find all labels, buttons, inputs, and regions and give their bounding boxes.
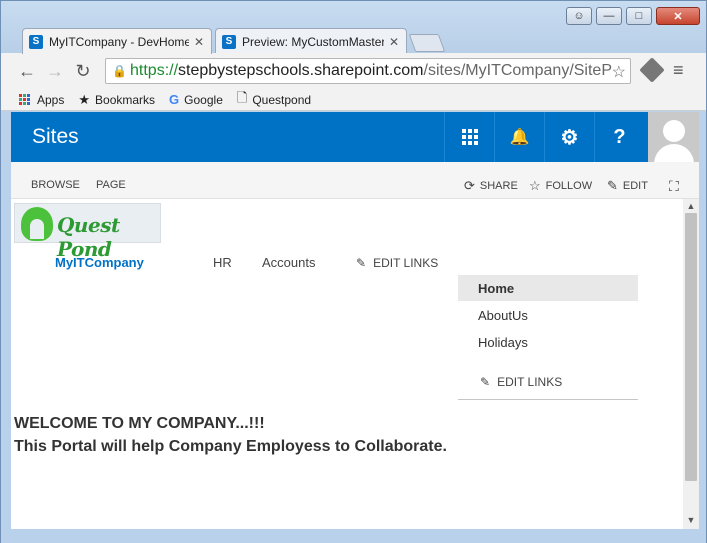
quick-launch-edit-links[interactable]: ✎ EDIT LINKS [480,375,562,389]
quick-launch-item-aboutus[interactable]: AboutUs [458,302,638,328]
bookmark-star-icon[interactable]: ☆ [611,62,626,82]
bookmark-label: Google [184,92,223,107]
suite-title[interactable]: Sites [32,125,79,149]
pencil-icon: ✎ [480,375,491,389]
bookmark-label: Questpond [252,92,312,107]
apps-grid-icon [19,93,31,106]
app-launcher-button[interactable] [444,112,494,162]
url-host: stepbystepschools.sharepoint.com [178,62,424,79]
tab-myitcompany[interactable]: S MyITCompany - DevHome ✕ [22,28,212,54]
bookmark-questpond[interactable]: 🗋 Questpond [237,89,311,111]
waffle-icon [461,129,478,145]
quick-launch: Home AboutUs Holidays ✎ EDIT LINKS [458,275,638,400]
help-button[interactable]: ? [594,112,644,162]
user-icon[interactable]: ☺ [566,7,592,25]
avatar[interactable] [648,112,699,162]
edit-links-label: EDIT LINKS [373,256,439,270]
url-path: /sites/MyITCompany/SiteP [423,62,613,79]
page-content: Quest Pond MyITCompany HR Accounts ✎ EDI… [11,199,683,529]
share-label: SHARE [479,180,518,192]
new-tab-button[interactable] [408,34,446,52]
google-icon: G [169,92,180,107]
close-icon[interactable]: ✕ [388,35,400,49]
menu-icon[interactable]: ≡ [673,60,684,81]
gear-icon: ⚙ [560,126,579,149]
forward-arrow-icon[interactable]: → [41,57,69,85]
focus-on-content-button[interactable]: ⛶ [669,178,679,195]
edit-label: EDIT [622,180,648,192]
close-icon[interactable]: ✕ [193,35,205,49]
logo-text: Quest Pond [57,213,120,261]
tab-label: MyITCompany - DevHome [49,34,189,49]
notifications-button[interactable]: 🔔 [494,112,544,162]
questpond-logo-icon [21,207,53,241]
browser-toolbar: ← → ↻ 🔒 https:// stepbystepschools.share… [1,53,706,89]
avatar-body [654,144,694,162]
sharepoint-icon: S [29,34,43,49]
window-bottom-frame [1,529,706,543]
topnav-edit-links[interactable]: ✎ EDIT LINKS [356,256,438,270]
topnav-site-link[interactable]: MyITCompany [55,255,144,270]
address-bar[interactable]: 🔒 https:// stepbystepschools.sharepoint.… [105,58,631,84]
star-icon: ★ [78,91,91,107]
pencil-icon: ✎ [607,178,618,193]
tab-browse[interactable]: BROWSE [31,179,80,191]
pencil-icon: ✎ [356,256,367,270]
reload-icon[interactable]: ↻ [69,57,97,85]
minimize-button[interactable]: — [596,7,622,25]
sharepoint-icon: S [222,34,236,49]
edit-links-label: EDIT LINKS [497,375,563,389]
edit-button[interactable]: ✎ EDIT [607,178,648,194]
quick-launch-item-home[interactable]: Home [458,275,638,301]
bookmark-label: Apps [37,92,65,107]
title-bar: S MyITCompany - DevHome ✕ S Preview: MyC… [1,1,706,54]
settings-button[interactable]: ⚙ [544,112,594,162]
url-scheme: https:// [130,62,179,79]
quick-launch-item-holidays[interactable]: Holidays [458,329,638,355]
site-logo[interactable]: Quest Pond [14,203,161,261]
fullscreen-icon: ⛶ [669,178,679,194]
ribbon: BROWSE PAGE ⟳ SHARE ☆ FOLLOW ✎ EDIT ⛶ [11,162,699,199]
browser-window: S MyITCompany - DevHome ✕ S Preview: MyC… [0,0,707,543]
follow-button[interactable]: ☆ FOLLOW [529,178,592,194]
follow-label: FOLLOW [545,180,593,192]
maximize-button[interactable]: □ [626,7,652,25]
bookmark-google[interactable]: G Google [169,92,223,107]
bell-icon: 🔔 [509,129,530,146]
welcome-heading: WELCOME TO MY COMPANY...!!! [14,415,265,432]
bookmarks-bar: Apps ★ Bookmarks G Google 🗋 Questpond [1,89,706,111]
share-icon: ⟳ [464,178,475,193]
topnav-item-hr[interactable]: HR [213,255,232,270]
avatar-head [663,120,685,142]
scrollbar-thumb[interactable] [685,213,697,481]
tab-page[interactable]: PAGE [96,179,126,191]
bookmark-bookmarks[interactable]: ★ Bookmarks [78,92,155,108]
bookmark-label: Bookmarks [95,92,156,107]
window-controls: ☺ — □ ✕ [566,7,700,25]
scroll-up-arrow-icon[interactable]: ▲ [683,199,699,213]
help-icon: ? [613,125,626,148]
tab-label: Preview: MyCustomMaster [242,34,384,49]
bookmark-apps[interactable]: Apps [19,93,64,107]
topnav-item-accounts[interactable]: Accounts [262,255,315,270]
tab-preview[interactable]: S Preview: MyCustomMaster ✕ [215,28,407,54]
tagline-text: This Portal will help Company Employess … [14,438,447,455]
share-button[interactable]: ⟳ SHARE [464,178,518,194]
lock-icon: 🔒 [112,64,127,78]
suite-bar: Sites 🔔 ⚙ ? [11,112,699,162]
vertical-scrollbar[interactable]: ▲ ▼ [683,199,699,529]
close-button[interactable]: ✕ [656,7,700,25]
back-arrow-icon[interactable]: ← [13,57,41,85]
page-icon: 🗋 [236,89,248,105]
star-icon: ☆ [529,178,541,193]
scroll-down-arrow-icon[interactable]: ▼ [683,513,699,527]
